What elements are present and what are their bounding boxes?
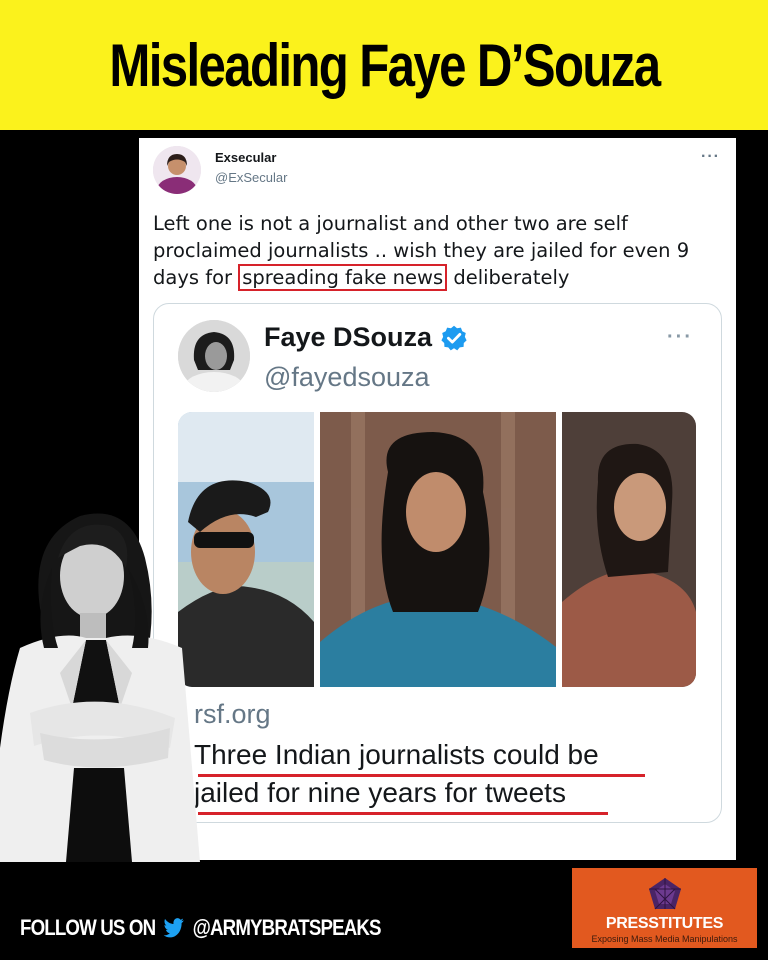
author-avatar-image [153,146,201,194]
quoted-author-name-row: Faye DSouza [264,322,468,353]
follow-us-row[interactable]: FOLLOW US ON @ARMYBRATSPEAKS [20,915,381,941]
page-title: Misleading Faye D’Souza [108,31,661,99]
tweet-text-after: deliberately [447,266,570,289]
presenter-photo [0,513,200,862]
verified-badge-icon [441,325,467,350]
title-banner: Misleading Faye D’Souza [0,0,768,130]
tweet-text: Left one is not a journalist and other t… [153,210,723,291]
quoted-author-handle[interactable]: @fayedsouza [264,362,430,393]
logo-title: PRESSTITUTES [605,915,724,932]
highlighted-phrase: spreading fake news [238,264,448,291]
presstitutes-logo: PRESSTITUTES Exposing Mass Media Manipul… [572,868,757,948]
journalists-photo-collage [178,412,696,687]
logo-subtitle: Exposing Mass Media Manipulations [591,934,738,944]
headline-line-2: jailed for nine years for tweets [194,777,566,808]
headline-underline-1 [198,774,645,777]
headline-underline-2 [198,812,608,815]
quoted-more-options-icon[interactable]: ··· [667,326,693,349]
follow-label: FOLLOW US ON [20,915,156,940]
headline-line-1: Three Indian journalists could be [194,739,599,770]
pentagon-logo-icon [649,878,681,910]
tweet-card: Exsecular @ExSecular ··· Left one is not… [139,138,736,860]
author-avatar[interactable] [153,146,201,194]
quoted-author-avatar[interactable] [178,320,250,392]
twitter-handle: @ARMYBRATSPEAKS [192,915,382,940]
twitter-bird-icon [163,918,184,938]
author-handle[interactable]: @ExSecular [215,170,287,185]
quoted-tweet[interactable]: Faye DSouza @fayedsouza ··· rsf.org Thre… [153,303,722,823]
author-name[interactable]: Exsecular [215,150,276,165]
more-options-icon[interactable]: ··· [701,148,720,166]
quoted-author-name[interactable]: Faye DSouza [264,322,432,353]
quoted-avatar-image [178,320,250,392]
quoted-image-collage[interactable] [178,412,696,687]
